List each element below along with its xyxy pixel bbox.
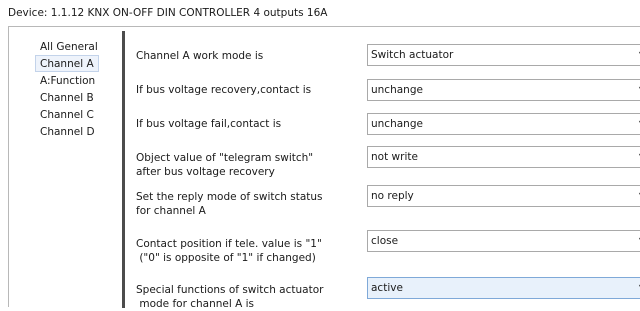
param-label-line: mode for channel A is: [136, 298, 255, 310]
select-value: active: [371, 282, 403, 294]
work-mode-select[interactable]: Switch actuator ▼: [367, 44, 640, 66]
sidebar-item-channel-c[interactable]: Channel C: [35, 106, 99, 123]
param-label-bus-fail: If bus voltage fail,contact is: [136, 117, 356, 131]
select-value: no reply: [371, 190, 414, 202]
special-functions-select[interactable]: active ▼: [367, 277, 640, 299]
param-label-line: Object value of "telegram switch": [136, 152, 314, 164]
device-title: Device: 1.1.12 KNX ON-OFF DIN CONTROLLER…: [0, 0, 640, 26]
param-label-bus-recovery: If bus voltage recovery,contact is: [136, 83, 356, 97]
param-label-line: If bus voltage fail,contact is: [136, 118, 282, 130]
select-value: Switch actuator: [371, 49, 454, 61]
bus-fail-select[interactable]: unchange ▼: [367, 113, 640, 135]
param-label-line: Channel A work mode is: [136, 50, 264, 62]
sidebar-item-channel-d[interactable]: Channel D: [35, 123, 100, 140]
select-value: not write: [371, 151, 418, 163]
param-label-line: If bus voltage recovery,contact is: [136, 84, 312, 96]
select-value: unchange: [371, 84, 423, 96]
reply-mode-select[interactable]: no reply ▼: [367, 185, 640, 207]
sidebar-divider[interactable]: [122, 31, 125, 308]
sidebar-item-a-function[interactable]: A:Function: [35, 72, 100, 89]
channel-sidebar: All General Channel A A:Function Channel…: [9, 27, 122, 307]
param-label-line: ("0" is opposite of "1" if changed): [136, 252, 316, 264]
select-value: unchange: [371, 118, 423, 130]
param-label-contact-position: Contact position if tele. value is "1" (…: [136, 237, 356, 265]
param-label-line: Set the reply mode of switch status: [136, 191, 323, 203]
param-label-work-mode: Channel A work mode is: [136, 49, 356, 63]
select-value: close: [371, 235, 399, 247]
param-label-line: for channel A: [136, 205, 206, 217]
param-label-line: Special functions of switch actuator: [136, 284, 324, 296]
sidebar-item-all-general[interactable]: All General: [35, 38, 103, 55]
parameter-panel: All General Channel A A:Function Channel…: [8, 26, 640, 310]
param-label-line: after bus voltage recovery: [136, 166, 275, 178]
contact-position-select[interactable]: close ▼: [367, 230, 640, 252]
param-label-reply-mode: Set the reply mode of switch status for …: [136, 190, 356, 218]
param-label-line: Contact position if tele. value is "1": [136, 238, 322, 250]
sidebar-item-channel-b[interactable]: Channel B: [35, 89, 99, 106]
bus-recovery-select[interactable]: unchange ▼: [367, 79, 640, 101]
sidebar-item-channel-a[interactable]: Channel A: [35, 55, 99, 72]
telegram-switch-select[interactable]: not write ▼: [367, 146, 640, 168]
param-label-telegram-switch: Object value of "telegram switch" after …: [136, 151, 356, 179]
